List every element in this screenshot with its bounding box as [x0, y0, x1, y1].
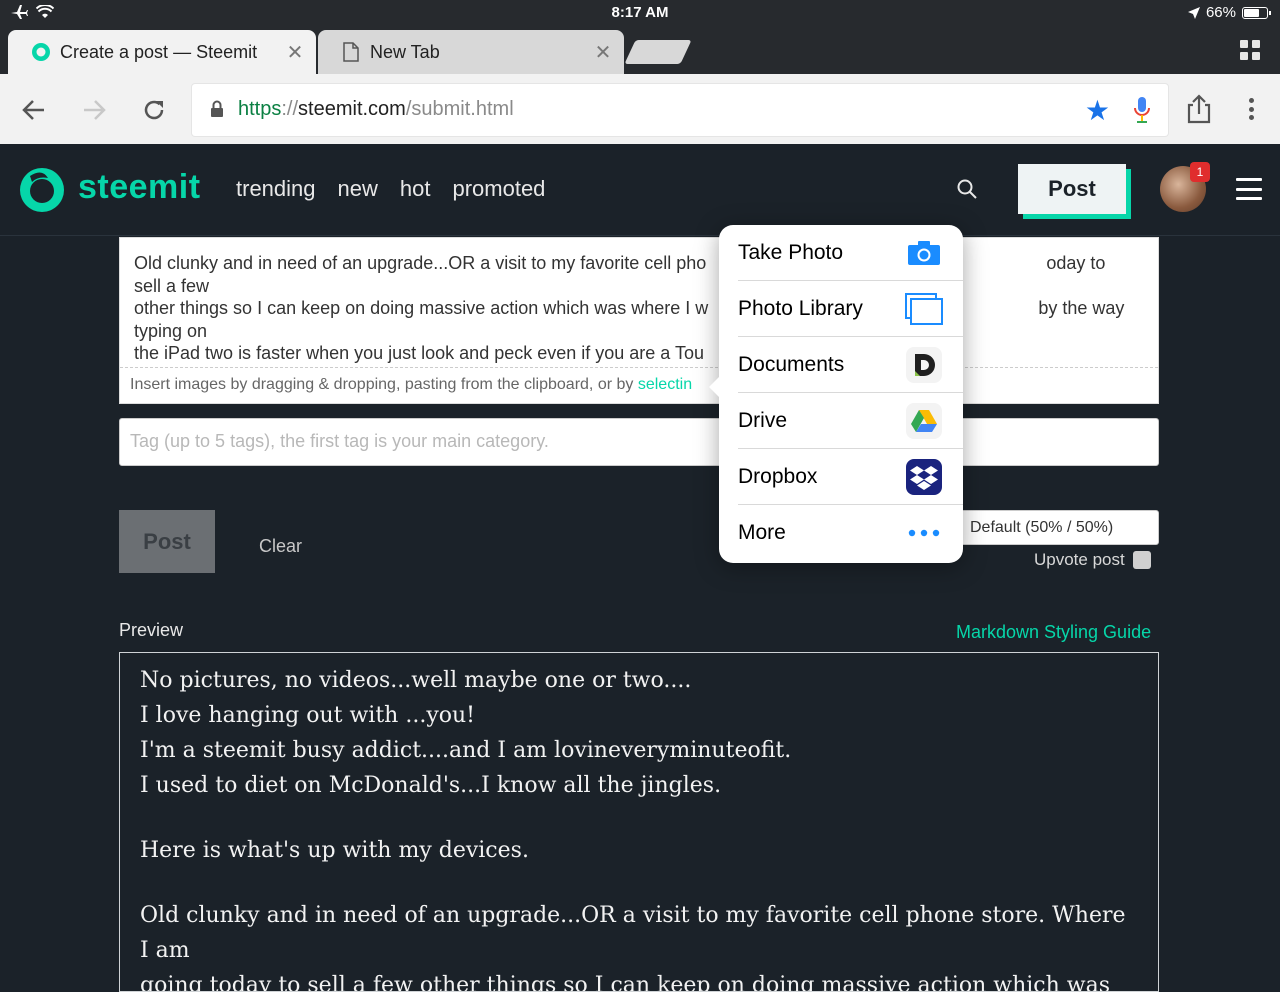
preview-line: going today to sell a few other things s… — [140, 973, 1111, 992]
reload-icon — [144, 100, 164, 120]
photo-library-icon — [905, 290, 943, 328]
drive-option[interactable]: Drive — [719, 393, 963, 449]
tab-bar: Create a post — Steemit ✕ New Tab ✕ — [0, 26, 1280, 74]
nav-trending[interactable]: trending — [236, 176, 316, 202]
nav-hot[interactable]: hot — [400, 176, 431, 202]
preview-line: Old clunky and in need of an upgrade...O… — [140, 903, 1126, 963]
status-time: 8:17 AM — [611, 4, 669, 21]
close-tab-icon[interactable]: ✕ — [280, 40, 310, 65]
lock-icon — [211, 100, 223, 117]
tab-title: Create a post — Steemit — [60, 41, 258, 62]
markdown-guide-link[interactable]: Markdown Styling Guide — [956, 622, 1151, 643]
header-post-button[interactable]: Post — [1018, 164, 1126, 214]
more-icon — [905, 514, 943, 552]
main-nav: trending new hot promoted — [236, 176, 545, 202]
location-arrow-icon — [1187, 6, 1200, 19]
share-icon[interactable] — [1184, 94, 1214, 124]
steemit-logo-icon[interactable] — [18, 166, 66, 214]
address-bar[interactable]: https://steemit.com/submit.html ★ — [192, 84, 1168, 136]
status-right: 66% — [1187, 4, 1271, 21]
upload-source-popover: Take Photo Photo Library Documents Drive… — [709, 225, 963, 563]
bookmark-star-icon[interactable]: ★ — [1085, 94, 1110, 127]
upload-hint-text: Insert images by dragging & dropping, pa… — [130, 376, 638, 393]
preview-line: Here is what's up with my devices. — [140, 838, 529, 863]
submit-post-button[interactable]: Post — [119, 510, 215, 573]
hamburger-menu-icon[interactable] — [1236, 178, 1262, 200]
dropbox-icon — [905, 458, 943, 496]
close-tab-icon[interactable]: ✕ — [588, 40, 618, 65]
battery-icon — [1242, 6, 1271, 19]
nav-promoted[interactable]: promoted — [452, 176, 545, 202]
status-bar: 8:17 AM 66% — [0, 0, 1280, 26]
nav-new[interactable]: new — [338, 176, 378, 202]
brand-name[interactable]: steemit — [78, 168, 201, 207]
steemit-favicon-icon — [30, 41, 52, 63]
steemit-header: steemit trending new hot promoted Post 1 — [0, 144, 1280, 236]
tab-title: New Tab — [370, 41, 440, 62]
back-arrow-icon — [22, 100, 44, 120]
image-upload-hint: Insert images by dragging & dropping, pa… — [120, 367, 1158, 403]
preview-line: I love hanging out with ...you! — [140, 703, 476, 728]
preview-label: Preview — [119, 620, 184, 640]
tab-switcher-icon[interactable] — [1240, 40, 1260, 60]
microphone-icon[interactable] — [1132, 96, 1152, 124]
upvote-label: Upvote post — [1034, 550, 1125, 569]
preview-line: I'm a steemit busy addict....and I am lo… — [140, 738, 792, 763]
post-body-text[interactable]: Old clunky and in need of an upgrade...O… — [134, 252, 1134, 365]
post-preview: No pictures, no videos...well maybe one … — [119, 652, 1159, 992]
photo-library-option[interactable]: Photo Library — [719, 281, 963, 337]
tags-input[interactable]: Tag (up to 5 tags), the first tag is you… — [119, 418, 1159, 466]
search-icon[interactable] — [956, 178, 978, 200]
google-drive-icon — [905, 402, 943, 440]
back-button[interactable] — [14, 90, 54, 130]
post-body-editor[interactable]: Old clunky and in need of an upgrade...O… — [119, 237, 1159, 404]
reload-button[interactable] — [134, 90, 174, 130]
url-text: https://steemit.com/submit.html — [238, 98, 514, 120]
menu-kebab-icon[interactable] — [1238, 94, 1264, 124]
browser-toolbar: https://steemit.com/submit.html ★ — [0, 74, 1280, 144]
tab-steemit[interactable]: Create a post — Steemit ✕ — [8, 30, 316, 74]
take-photo-option[interactable]: Take Photo — [719, 225, 963, 281]
notification-badge: 1 — [1190, 162, 1210, 182]
documents-icon — [905, 346, 943, 384]
preview-line: No pictures, no videos...well maybe one … — [140, 668, 692, 693]
tab-new-tab[interactable]: New Tab ✕ — [318, 30, 624, 74]
documents-option[interactable]: Documents — [719, 337, 963, 393]
page-icon — [340, 41, 362, 63]
rewards-select[interactable]: Default (50% / 50%) — [958, 510, 1159, 545]
preview-line: I used to diet on McDonald's...I know al… — [140, 773, 722, 798]
forward-arrow-icon — [84, 100, 106, 120]
more-option[interactable]: More — [719, 505, 963, 561]
new-tab-button[interactable] — [624, 40, 692, 64]
forward-button[interactable] — [74, 90, 114, 130]
clear-button[interactable]: Clear — [259, 536, 302, 557]
battery-percent: 66% — [1205, 4, 1236, 21]
dropbox-option[interactable]: Dropbox — [719, 449, 963, 505]
select-image-link[interactable]: selectin — [638, 376, 692, 393]
upvote-checkbox[interactable] — [1132, 551, 1151, 569]
camera-icon — [905, 234, 943, 272]
upvote-post-toggle[interactable]: Upvote post — [1034, 550, 1151, 570]
